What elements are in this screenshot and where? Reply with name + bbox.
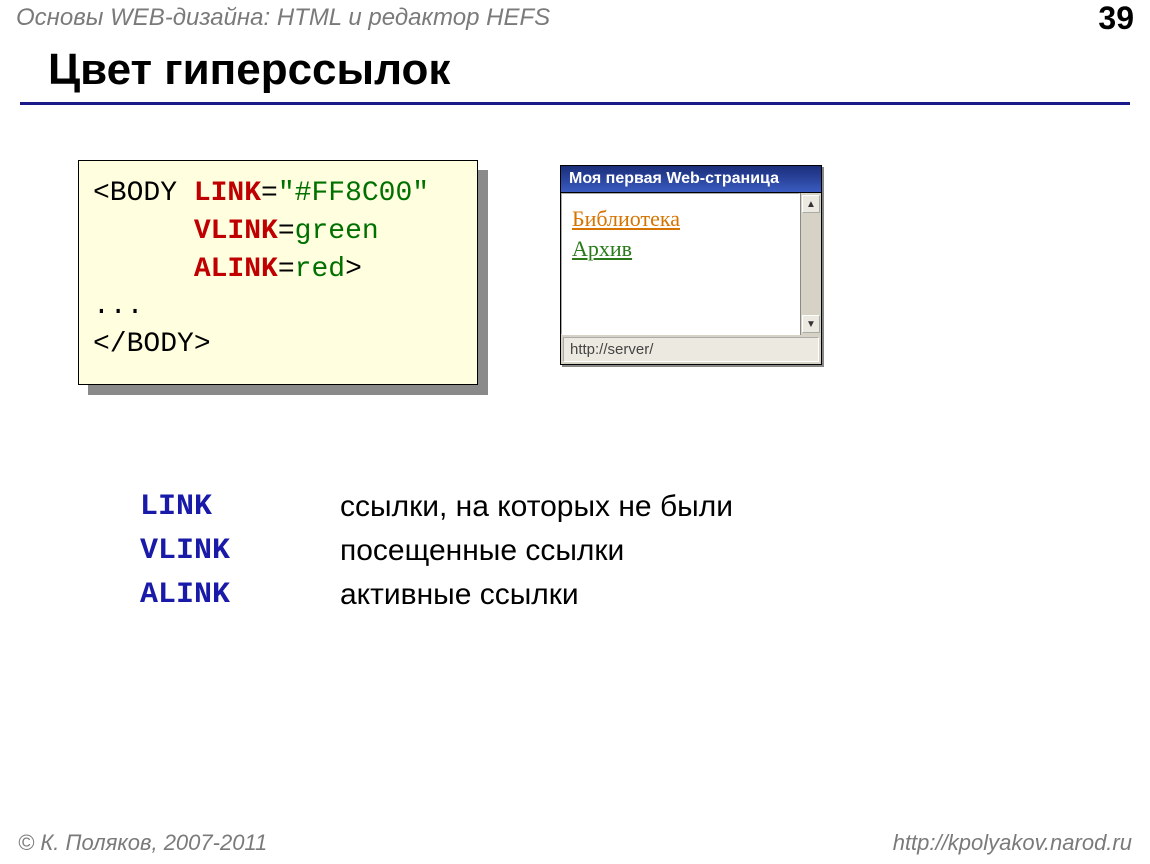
footer-copyright: © К. Поляков, 2007-2011 (18, 830, 267, 856)
definition-row: VLINK посещенные ссылки (140, 534, 733, 568)
definition-row: ALINK активные ссылки (140, 578, 733, 612)
footer: © К. Поляков, 2007-2011 http://kpolyakov… (18, 830, 1132, 856)
definitions: LINK ссылки, на которых не были VLINK по… (140, 490, 733, 622)
browser-content: Библиотека Архив (561, 193, 800, 335)
definition-desc: ссылки, на которых не были (340, 490, 733, 524)
browser-link-unvisited[interactable]: Библиотека (572, 204, 789, 234)
scroll-up-icon[interactable]: ▲ (802, 195, 820, 213)
definition-desc: активные ссылки (340, 578, 579, 612)
code-token: ... (93, 291, 143, 322)
header-bar: Основы WEB-дизайна: HTML и редактор HEFS… (0, 0, 1150, 36)
header-course-title: Основы WEB-дизайна: HTML и редактор HEFS (16, 4, 550, 32)
code-token: red (295, 254, 345, 285)
code-token: </BODY> (93, 329, 211, 360)
code-example: <BODY LINK="#FF8C00" VLINK=green ALINK=r… (78, 160, 478, 385)
code-token: = (278, 254, 295, 285)
code-token: = (261, 178, 278, 209)
definition-term: ALINK (140, 578, 340, 612)
browser-titlebar: Моя первая Web-страница (561, 166, 821, 193)
definition-term: VLINK (140, 534, 340, 568)
browser-scrollbar[interactable]: ▲ ▼ (800, 193, 821, 335)
browser-link-visited[interactable]: Архив (572, 234, 789, 264)
code-token: > (345, 254, 362, 285)
definition-desc: посещенные ссылки (340, 534, 624, 568)
definition-term: LINK (140, 490, 340, 524)
browser-body: Библиотека Архив ▲ ▼ (561, 193, 821, 335)
page-number: 39 (1098, 0, 1134, 37)
code-token: "#FF8C00" (278, 178, 429, 209)
code-token: VLINK (194, 216, 278, 247)
slide: Основы WEB-дизайна: HTML и редактор HEFS… (0, 0, 1150, 864)
footer-url: http://kpolyakov.narod.ru (893, 830, 1132, 856)
browser-statusbar: http://server/ (563, 337, 819, 362)
title-underline (20, 102, 1130, 105)
definition-row: LINK ссылки, на которых не были (140, 490, 733, 524)
slide-title: Цвет гиперссылок (48, 45, 450, 95)
scroll-down-icon[interactable]: ▼ (802, 315, 820, 333)
code-token: = (278, 216, 295, 247)
code-token: <BODY (93, 178, 194, 209)
code-token: green (295, 216, 379, 247)
code-box: <BODY LINK="#FF8C00" VLINK=green ALINK=r… (78, 160, 478, 385)
browser-mock: Моя первая Web-страница Библиотека Архив… (560, 165, 822, 365)
code-token: LINK (194, 178, 261, 209)
code-token: ALINK (194, 254, 278, 285)
